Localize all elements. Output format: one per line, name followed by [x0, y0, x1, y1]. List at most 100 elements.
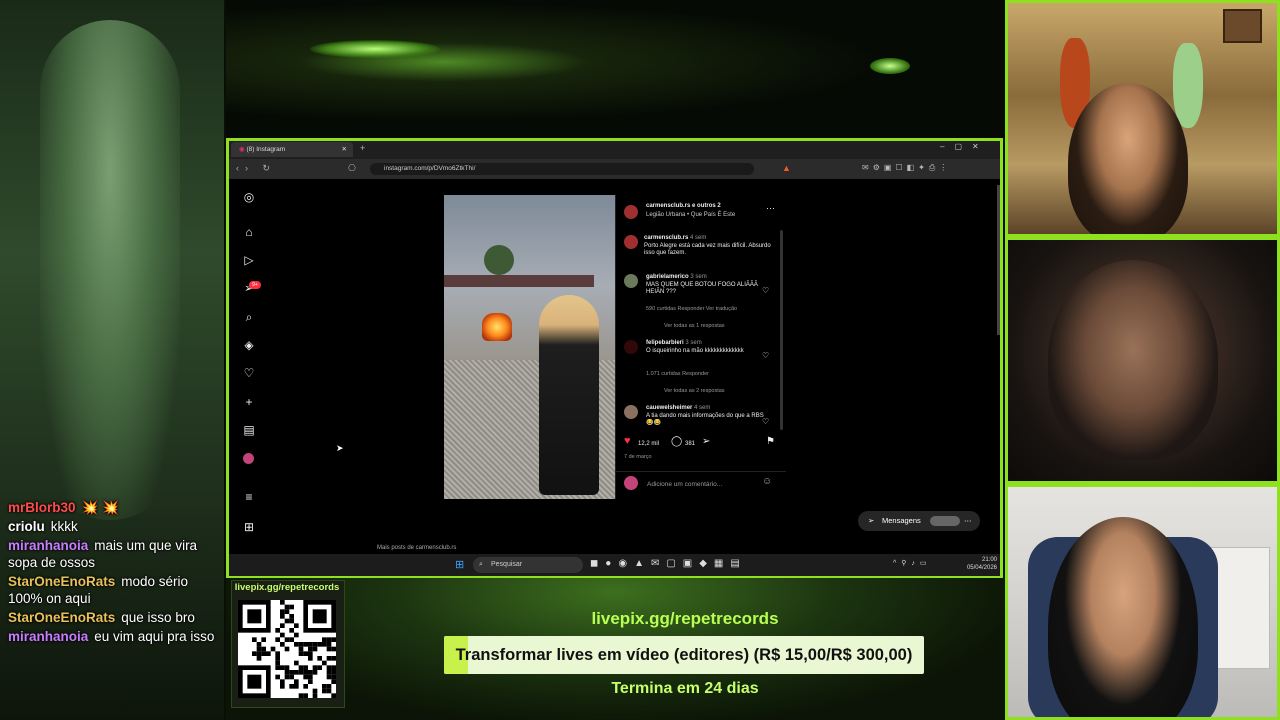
close-tab-icon[interactable]: ✕ [342, 142, 347, 157]
comment-meta[interactable]: 590 curtidas Responder Ver tradução [646, 306, 737, 314]
comment-time: 4 sem [694, 405, 711, 411]
chat-username: StarOneEnoRats [8, 574, 116, 589]
comment-meta[interactable]: 1.071 curtidas Responder [646, 371, 709, 379]
menu-icon[interactable]: ≡ [240, 488, 258, 506]
background-figure [40, 20, 180, 520]
messages-avatars [930, 516, 960, 526]
search-placeholder: Pesquisar [491, 561, 523, 568]
chat-message: StarOneEnoRats modo sério 100% on aqui [0, 572, 224, 608]
comment-user[interactable]: gabrielamerico [646, 274, 689, 280]
chat-message: miranhanoia mais um que vira sopa de osso… [0, 536, 224, 572]
tab-title: (8) Instagram [246, 146, 286, 153]
nav-arrows[interactable]: ‹› ↻ [236, 163, 276, 174]
create-icon[interactable]: + [240, 393, 258, 411]
taskbar-search[interactable]: ⌕ Pesquisar [473, 557, 583, 573]
chat-message: StarOneEnoRats que isso bro [0, 608, 224, 627]
comment-avatar[interactable] [624, 235, 638, 249]
comment-avatar[interactable] [624, 405, 638, 419]
comment-item: cauewelsheimer 4 sem A tia dando mais in… [646, 405, 764, 428]
reels-icon[interactable]: ▷ [240, 251, 258, 269]
page-scrollbar[interactable] [997, 185, 1000, 335]
like-comment-icon[interactable]: ♡ [762, 287, 769, 295]
woman-figure [539, 295, 599, 495]
qr-label: livepix.gg/repetrecords [234, 582, 340, 593]
window-controls[interactable]: –▢✕ [940, 142, 989, 151]
post-author-avatar[interactable] [624, 205, 638, 219]
comment-avatar[interactable] [624, 274, 638, 288]
more-posts-link[interactable]: Mais posts de carmensclub.rs [377, 545, 456, 551]
like-comment-icon[interactable]: ♡ [762, 352, 769, 360]
browser-tab[interactable]: ◉ (8) Instagram ✕ [231, 142, 353, 157]
comment-icon[interactable]: ◯ [671, 437, 682, 446]
chat-username: StarOneEnoRats [8, 610, 116, 625]
likes-count[interactable]: 12,2 mil [638, 441, 659, 449]
emoji-icon[interactable]: ☺ [762, 477, 772, 486]
brave-shield-icon[interactable]: ▲ [782, 163, 791, 173]
comment-item: carmensclub.rs 4 sem Porto Alegre está c… [644, 235, 774, 258]
direct-icon: ➢ [868, 516, 875, 525]
mouse-cursor-icon: ➤ [336, 443, 344, 453]
post-image[interactable] [444, 195, 615, 499]
qr-code [238, 600, 336, 698]
chat-text: eu vim aqui pra isso [94, 629, 215, 644]
url-field[interactable]: instagram.com/p/DVmo6ZtkThi/ [370, 163, 754, 175]
green-glow-right [870, 58, 910, 74]
comment-user[interactable]: carmensclub.rs [644, 235, 688, 241]
home-icon[interactable]: ⌂ [240, 223, 258, 241]
comments-panel: carmensclub.rs e outros 2 Legião Urbana … [615, 195, 786, 499]
profile-avatar[interactable] [243, 453, 254, 464]
chat-text: kkkk [50, 519, 78, 534]
taskbar-apps[interactable]: ◼●◉▲✉▢▣◆▦▤ [590, 558, 747, 569]
post-song[interactable]: Legião Urbana • Que País É Este [646, 212, 735, 220]
comment-text: MAS QUEM QUE BOTOU FOGO ALIÃÃÃ HEIÃN ??? [646, 281, 758, 296]
share-icon[interactable]: ➢ [702, 437, 710, 446]
webcam-1 [1005, 0, 1280, 237]
more-icon[interactable]: ⋯ [964, 511, 972, 531]
view-replies[interactable]: Ver todas as 1 respostas [664, 323, 725, 331]
streamer-1 [1068, 83, 1188, 234]
like-comment-icon[interactable]: ♡ [762, 418, 769, 426]
windows-start-icon[interactable]: ⊞ [455, 558, 464, 571]
comments-scrollbar[interactable] [780, 230, 783, 430]
comment-count: 381 [685, 441, 696, 447]
comment-time: 3 sem [690, 274, 707, 280]
chat-message: miranhanoia eu vim aqui pra isso [0, 627, 224, 646]
comment-avatar[interactable] [624, 340, 638, 354]
chat-username: criolu [8, 519, 45, 534]
comment-item: felipebarbieri 3 sem O isqueirinho na mã… [646, 340, 764, 355]
goal-deadline: Termina em 24 dias [611, 680, 759, 697]
fire [482, 313, 512, 341]
system-tray-icons[interactable]: ^⚲♪▭ [893, 559, 932, 567]
chat-text: que isso bro [121, 610, 195, 625]
instagram-logo-icon[interactable]: ◎ [240, 188, 258, 206]
save-icon[interactable]: ⚑ [766, 437, 775, 446]
search-icon[interactable]: ⌕ [240, 308, 258, 326]
comment-time: 3 sem [685, 340, 702, 346]
palm-tree [484, 245, 514, 275]
browser-toolbar-icons[interactable]: ✉⚙▣☐◧✦⎙⋮ [862, 163, 951, 173]
explore-icon[interactable]: ◈ [240, 336, 258, 354]
chat-username: miranhanoia [8, 629, 89, 644]
notifications-icon[interactable]: ♡ [240, 364, 258, 382]
chat-message-list: mrBlorb30 💥 💥 criolu kkkk miranhanoia mais um… [0, 498, 224, 646]
new-tab-icon[interactable]: + [360, 143, 365, 153]
my-avatar [624, 476, 638, 490]
comment-text: O isqueirinho na mão kkkkkkkkkkkkk [646, 347, 744, 354]
view-replies[interactable]: Ver todas as 2 respostas [664, 388, 725, 396]
comment-text: A tia dando mais informações do que a RB… [646, 412, 764, 427]
chat-message: criolu kkkk [0, 517, 224, 536]
post-author[interactable]: carmensclub.rs e outros 2 [646, 203, 721, 211]
like-post-icon[interactable]: ♥ [624, 436, 631, 446]
banner-url: livepix.gg/repetrecords [591, 609, 779, 628]
add-comment-input[interactable]: Adicione um comentário... [647, 481, 722, 489]
more-options-icon[interactable]: ⋯ [766, 204, 775, 213]
meta-apps-icon[interactable]: ⊞ [240, 518, 258, 536]
search-icon: ⌕ [479, 561, 483, 568]
comment-user[interactable]: felipebarbieri [646, 340, 684, 346]
messages-button[interactable]: ➢ Mensagens ⋯ [858, 511, 980, 531]
comment-user[interactable]: cauewelsheimer [646, 405, 692, 411]
picture-frame [1223, 9, 1262, 43]
bookmark-icon[interactable]: ⎔ [348, 163, 356, 174]
dashboard-icon[interactable]: ▤ [240, 421, 258, 439]
taskbar-clock[interactable]: 21:00 05/04/2026 [965, 556, 997, 572]
